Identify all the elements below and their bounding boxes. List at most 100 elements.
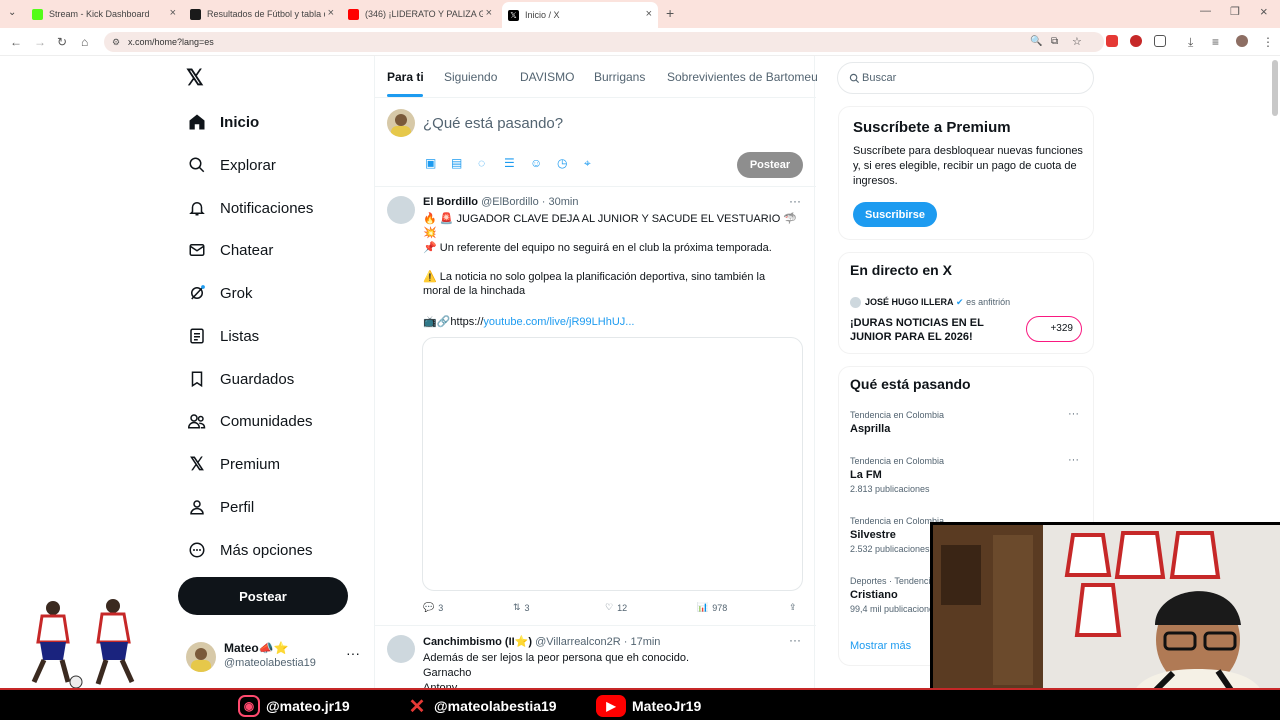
tweet-link-prefix: 📺🔗https://	[423, 316, 484, 328]
browser-tab-x[interactable]: 𝕏 Inicio / X ×	[502, 2, 658, 28]
profile-avatar-icon[interactable]	[1236, 35, 1248, 47]
tweet-more-icon[interactable]: ···	[789, 633, 801, 647]
post-button[interactable]: Postear	[178, 577, 348, 615]
tab-sobrevivientes[interactable]: Sobrevivientes de Bartomeu	[667, 70, 818, 84]
tweet-link[interactable]: youtube.com/live/jR99LHhUJ...	[483, 316, 634, 328]
nav-item-listas[interactable]: Listas	[186, 321, 259, 351]
tab-davismo[interactable]: DAVISMO	[520, 70, 574, 84]
browser-tab-results[interactable]: Resultados de Fútbol y tabla de ×	[184, 4, 340, 24]
tab-search-chevron-icon[interactable]: ⌄	[8, 7, 16, 18]
bell-icon	[186, 197, 208, 219]
verified-badge-icon: ✔	[956, 297, 964, 307]
tab-siguiendo[interactable]: Siguiendo	[444, 70, 497, 84]
nav-item-explorar[interactable]: Explorar	[186, 150, 276, 180]
tab-para-ti[interactable]: Para ti	[387, 70, 424, 84]
close-tab-icon[interactable]: ×	[328, 7, 334, 19]
nav-item-guardados[interactable]: Guardados	[186, 364, 294, 394]
tweet-avatar[interactable]	[387, 635, 415, 663]
nav-item-chatear[interactable]: Chatear	[186, 235, 273, 265]
maximize-icon[interactable]: ❐	[1230, 5, 1240, 18]
grok-image-icon[interactable]: ◌	[478, 156, 492, 170]
nav-item-notificaciones[interactable]: Notificaciones	[186, 193, 313, 223]
close-tab-icon[interactable]: ×	[486, 7, 492, 19]
image-icon[interactable]: ▣	[425, 156, 439, 170]
nav-item-premium[interactable]: 𝕏 Premium	[186, 449, 280, 479]
reload-icon[interactable]: ↻	[57, 35, 67, 49]
repost-button[interactable]: ⇅ 3	[513, 602, 530, 613]
tab-title: Inicio / X	[525, 10, 560, 20]
install-icon[interactable]: ⧉	[1051, 32, 1058, 52]
page-scrollbar[interactable]	[1272, 60, 1278, 116]
location-icon[interactable]: ⌖	[584, 156, 598, 170]
webcam-overlay	[930, 522, 1280, 690]
site-info-icon[interactable]: ⚙	[112, 32, 120, 52]
media-control-icon[interactable]: ≡	[1212, 35, 1219, 49]
search-input[interactable]: Buscar	[837, 62, 1094, 94]
views-button[interactable]: 📊 978	[697, 602, 727, 613]
share-button[interactable]: ⇪	[789, 602, 797, 613]
tweet-text-line: Además de ser lejos la peor persona que …	[423, 652, 690, 664]
compose-input[interactable]: ¿Qué está pasando?	[423, 115, 563, 132]
gif-icon[interactable]: ▤	[451, 156, 465, 170]
tweet-author[interactable]: El Bordillo	[423, 196, 478, 208]
back-icon[interactable]: ←	[10, 35, 22, 49]
close-window-icon[interactable]: ×	[1260, 4, 1268, 19]
reply-button[interactable]: 💬 3	[423, 602, 443, 613]
nav-item-comunidades[interactable]: Comunidades	[186, 406, 313, 436]
bookmark-star-icon[interactable]: ☆	[1072, 32, 1082, 52]
tweet-handle[interactable]: @ElBordillo	[481, 196, 539, 208]
close-tab-icon[interactable]: ×	[646, 8, 652, 20]
compose-avatar[interactable]	[387, 109, 415, 137]
trend-more-icon[interactable]: ···	[1068, 454, 1079, 466]
trend-more-icon[interactable]: ···	[1068, 408, 1079, 420]
tweet-media-card[interactable]	[422, 337, 803, 591]
tweet-author[interactable]: Canchimbismo (II⭐)	[423, 636, 532, 648]
like-button[interactable]: ♡ 12	[605, 602, 627, 613]
host-name[interactable]: JOSÉ HUGO ILLERA	[865, 297, 954, 307]
trend-item[interactable]: Tendencia en Colombia Asprilla ···	[850, 408, 1086, 435]
nav-item-mas-opciones[interactable]: Más opciones	[186, 535, 313, 565]
extension-abp-icon[interactable]	[1106, 35, 1118, 47]
schedule-icon[interactable]: ◷	[557, 156, 571, 170]
host-suffix: es anfitrión	[966, 297, 1011, 307]
account-switcher[interactable]: Mateo📣⭐ @mateolabestia19 ···	[186, 640, 366, 680]
x-logo-icon[interactable]: 𝕏	[186, 67, 208, 89]
extension-red-icon[interactable]	[1130, 35, 1142, 47]
emoji-icon[interactable]: ☺	[530, 156, 544, 170]
show-more-link[interactable]: Mostrar más	[850, 640, 911, 652]
minimize-icon[interactable]: —	[1200, 5, 1211, 17]
forward-icon[interactable]: →	[34, 35, 46, 49]
nav-item-perfil[interactable]: Perfil	[186, 492, 254, 522]
tweet-more-icon[interactable]: ···	[789, 194, 801, 208]
premium-title: Suscríbete a Premium	[853, 119, 1011, 136]
compose-post-button[interactable]: Postear	[737, 152, 803, 178]
tweet-avatar[interactable]	[387, 196, 415, 224]
nav-item-inicio[interactable]: Inicio	[186, 107, 259, 137]
instagram-text: @mateo.jr19	[266, 698, 350, 714]
tweet-handle[interactable]: @Villarrealcon2R	[535, 636, 621, 648]
nav-label: Explorar	[220, 156, 276, 174]
browser-tab-kick[interactable]: Stream - Kick Dashboard ×	[26, 4, 182, 24]
home-page-icon[interactable]: ⌂	[81, 35, 88, 49]
live-headline[interactable]: ¡DURAS NOTICIAS EN EL JUNIOR PARA EL 202…	[850, 316, 1000, 344]
new-tab-icon[interactable]: +	[666, 5, 674, 21]
url-field[interactable]: ⚙ x.com/home?lang=es 🔍 ⧉ ☆	[104, 32, 1104, 52]
browser-menu-icon[interactable]: ⋮	[1262, 35, 1274, 49]
tweet-time[interactable]: · 30min	[542, 196, 579, 208]
subscribe-button[interactable]: Suscribirse	[853, 202, 937, 227]
close-tab-icon[interactable]: ×	[170, 7, 176, 19]
tweet-time[interactable]: · 17min	[624, 636, 661, 648]
poll-icon[interactable]: ☰	[504, 156, 518, 170]
nav-item-grok[interactable]: Grok	[186, 278, 253, 308]
instagram-icon: ◉	[238, 695, 260, 717]
tab-title: Resultados de Fútbol y tabla de	[207, 9, 325, 19]
tab-burrigans[interactable]: Burrigans	[594, 70, 645, 84]
zoom-icon[interactable]: 🔍	[1030, 32, 1042, 52]
trend-item[interactable]: Tendencia en Colombia La FM 2.813 public…	[850, 454, 1086, 494]
browser-tab-youtube[interactable]: (346) ¡LIDERATO Y PALIZA GUN ×	[342, 4, 498, 24]
more-dots-icon[interactable]: ···	[346, 645, 360, 661]
tweet[interactable]: El Bordillo @ElBordillo · 30min ··· 🔥 🚨 …	[375, 187, 816, 625]
extensions-puzzle-icon[interactable]	[1154, 35, 1166, 47]
downloads-icon[interactable]: ⤓	[1188, 35, 1193, 50]
live-listeners-badge[interactable]: +329	[1026, 316, 1082, 342]
